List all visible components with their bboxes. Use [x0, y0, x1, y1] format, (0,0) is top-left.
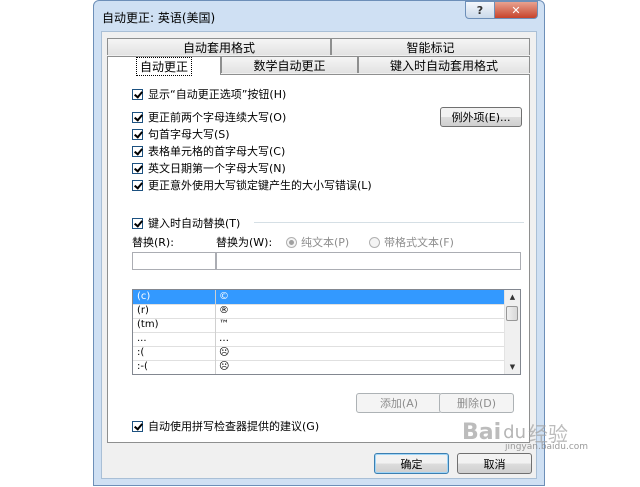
autocorrect-list[interactable]: (c) © (r) ® (tm) ™ ... …:(☹:-(☹ ▲ ▼: [132, 289, 521, 375]
plain-text-radio[interactable]: 纯文本(P): [286, 234, 349, 250]
caps-lock-correction-checkbox[interactable]: 更正意外使用大写锁定键产生的大小写错误(L): [132, 177, 372, 193]
radio-dot[interactable]: [369, 236, 380, 248]
paw-icon: du: [503, 422, 526, 443]
tab-autocorrect[interactable]: 自动更正: [107, 56, 221, 76]
window-title: 自动更正: 英语(美国): [102, 11, 216, 25]
capitalize-days-checkbox[interactable]: 英文日期第一个字母大写(N): [132, 160, 286, 176]
list-item[interactable]: :-( ☹: [133, 360, 506, 374]
tab-autoformat-as-you-type[interactable]: 键入时自动套用格式: [358, 56, 530, 73]
replace-as-you-type-checkbox[interactable]: 键入时自动替换(T): [132, 215, 240, 231]
scroll-down-icon[interactable]: ▼: [505, 360, 520, 374]
spell-checker-suggestions-checkbox[interactable]: 自动使用拼写检查器提供的建议(G): [132, 418, 319, 434]
capitalize-sentence-checkbox[interactable]: 句首字母大写(S): [132, 126, 230, 142]
cancel-button[interactable]: 取消: [457, 453, 532, 474]
tab-autoformat[interactable]: 自动套用格式: [107, 38, 331, 55]
title-bar[interactable]: 自动更正: 英语(美国) ? ✕: [94, 1, 544, 31]
radio-dot[interactable]: [286, 236, 297, 248]
add-button[interactable]: 添加(A): [356, 393, 442, 413]
scroll-up-icon[interactable]: ▲: [505, 290, 520, 304]
dialog-client: 自动套用格式 智能标记 自动更正 数学自动更正 键入时自动套用格式 显示“自动更…: [101, 31, 537, 479]
checkbox-box[interactable]: [132, 217, 143, 229]
list-item[interactable]: :( ☹: [133, 346, 506, 361]
tab-smart-tags[interactable]: 智能标记: [331, 38, 530, 55]
list-item[interactable]: (r) ®: [133, 304, 506, 319]
scroll-thumb[interactable]: [506, 306, 518, 321]
replace-with-input[interactable]: [216, 252, 521, 270]
autocorrect-panel: 显示“自动更正选项”按钮(H) 更正前两个字母连续大写(O) 句首字母大写(S)…: [107, 74, 530, 443]
checkbox-box[interactable]: [132, 145, 143, 157]
watermark-url: jingyan.baidu.com: [505, 442, 589, 452]
replace-label: 替换(R):: [132, 236, 174, 249]
show-options-button-checkbox[interactable]: 显示“自动更正选项”按钮(H): [132, 86, 286, 102]
list-scrollbar[interactable]: ▲ ▼: [504, 290, 520, 374]
checkbox-box[interactable]: [132, 162, 143, 174]
help-button[interactable]: ?: [465, 1, 495, 19]
list-item[interactable]: (tm) ™: [133, 318, 506, 333]
with-label: 替换为(W):: [216, 236, 273, 249]
close-icon: ✕: [511, 3, 521, 17]
checkbox-box[interactable]: [132, 111, 143, 123]
list-item[interactable]: ... …: [133, 332, 506, 347]
list-item[interactable]: (c) ©: [133, 290, 506, 305]
tab-math-autocorrect[interactable]: 数学自动更正: [221, 56, 358, 73]
replace-input[interactable]: [132, 252, 216, 270]
checkbox-box[interactable]: [132, 179, 143, 191]
group-divider: [254, 222, 524, 223]
exceptions-button[interactable]: 例外项(E)...: [440, 107, 522, 127]
help-icon: ?: [476, 3, 484, 17]
delete-button[interactable]: 删除(D): [439, 393, 514, 413]
capitalize-table-cells-checkbox[interactable]: 表格单元格的首字母大写(C): [132, 143, 285, 159]
checkbox-box[interactable]: [132, 420, 143, 432]
checkbox-box[interactable]: [132, 128, 143, 140]
two-initial-capitals-checkbox[interactable]: 更正前两个字母连续大写(O): [132, 109, 286, 125]
autocorrect-dialog: 自动更正: 英语(美国) ? ✕ 自动套用格式 智能标记 自动更正 数学自动更正…: [93, 0, 545, 486]
baidu-logo: Bai: [462, 420, 502, 445]
checkbox-box[interactable]: [132, 88, 143, 100]
formatted-text-radio[interactable]: 带格式文本(F): [369, 234, 454, 250]
ok-button[interactable]: 确定: [374, 453, 449, 474]
close-button[interactable]: ✕: [494, 1, 538, 19]
